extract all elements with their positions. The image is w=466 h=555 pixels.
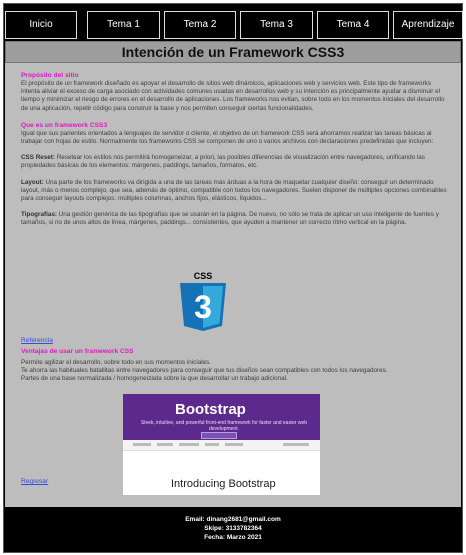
footer-skype: Skipe: 3133782364 bbox=[204, 525, 262, 532]
paragraph-tipografias: Tipografías: Una gestión genérica de las… bbox=[21, 211, 449, 227]
css3-logo: CSS 3 bbox=[174, 270, 232, 332]
footer: Email: dinang2681@gmail.com Skipe: 31337… bbox=[5, 507, 461, 547]
regresar-link[interactable]: Regresar bbox=[21, 478, 48, 485]
main-content: Intención de un Framework CSS3 Propósito… bbox=[5, 41, 461, 507]
paragraph-que-es: Igual que sus parientes orientados a len… bbox=[21, 129, 434, 146]
nav-inicio[interactable]: Inicio bbox=[5, 11, 77, 39]
paragraph-css-reset: CSS Reset: Resetear los estilos nos perm… bbox=[21, 154, 449, 170]
ventaja-2: Te ahorra las habituales batallitas entr… bbox=[21, 367, 388, 375]
title-bar: Intención de un Framework CSS3 bbox=[5, 41, 461, 63]
label-tipografias: Tipografías: bbox=[21, 211, 57, 219]
text-layout: Una parte de los frameworks va dirigida … bbox=[21, 178, 447, 203]
paragraph-layout: Layout: Una parte de los frameworks va d… bbox=[21, 179, 449, 204]
paragraph-proposito: El propósito de un framework diseñado es… bbox=[21, 80, 445, 112]
heading-ventajas: Ventajas de usar un framework CSS bbox=[21, 348, 134, 355]
bootstrap-hero: Bootstrap Sleek, intuitive, and powerful… bbox=[123, 394, 320, 440]
text-tipografias: Una gestión genérica de las tipografías … bbox=[21, 211, 439, 227]
nav-aprendizaje[interactable]: Aprendizaje bbox=[393, 11, 463, 39]
css3-shield-icon: CSS 3 bbox=[180, 271, 226, 331]
footer-email: Email: dinang2681@gmail.com bbox=[185, 516, 281, 523]
nav-tema-3[interactable]: Tema 3 bbox=[240, 11, 313, 39]
bootstrap-title: Bootstrap bbox=[175, 401, 246, 418]
bootstrap-download-button bbox=[201, 432, 237, 439]
article: Propósito del sitio El propósito de un f… bbox=[21, 71, 449, 236]
text-css-reset: Resetear los estilos nos permitirá homog… bbox=[21, 154, 425, 170]
nav-tema-4[interactable]: Tema 4 bbox=[317, 11, 389, 39]
heading-proposito: Propósito del sitio bbox=[21, 72, 79, 79]
bootstrap-subtitle: Sleek, intuitive, and powerful front-end… bbox=[140, 420, 308, 432]
top-nav: Inicio Tema 1 Tema 2 Tema 3 Tema 4 Apren… bbox=[5, 11, 463, 39]
nav-tema-2[interactable]: Tema 2 bbox=[164, 11, 236, 39]
css3-logo-text: CSS bbox=[194, 271, 213, 281]
ventajas-list: Permite agilizar el desarrollo, sobre to… bbox=[21, 359, 449, 384]
ventaja-3: Partes de una base normalizada / homogen… bbox=[21, 375, 288, 383]
ventaja-1: Permite agilizar el desarrollo, sobre to… bbox=[21, 359, 212, 366]
bootstrap-screenshot: Bootstrap Sleek, intuitive, and powerful… bbox=[123, 394, 320, 495]
label-css-reset: CSS Reset: bbox=[21, 154, 55, 162]
page-title: Intención de un Framework CSS3 bbox=[121, 44, 345, 60]
nav-tema-1[interactable]: Tema 1 bbox=[87, 11, 160, 39]
referencia-link[interactable]: Referencia bbox=[21, 337, 53, 344]
bootstrap-intro: Introducing Bootstrap bbox=[171, 478, 276, 490]
css3-logo-number: 3 bbox=[194, 289, 212, 325]
label-layout: Layout: bbox=[21, 178, 44, 186]
bootstrap-nav bbox=[123, 440, 320, 451]
footer-fecha: Fecha: Marzo 2021 bbox=[204, 534, 262, 541]
heading-que-es: Que es un framework CSS3 bbox=[21, 121, 108, 129]
